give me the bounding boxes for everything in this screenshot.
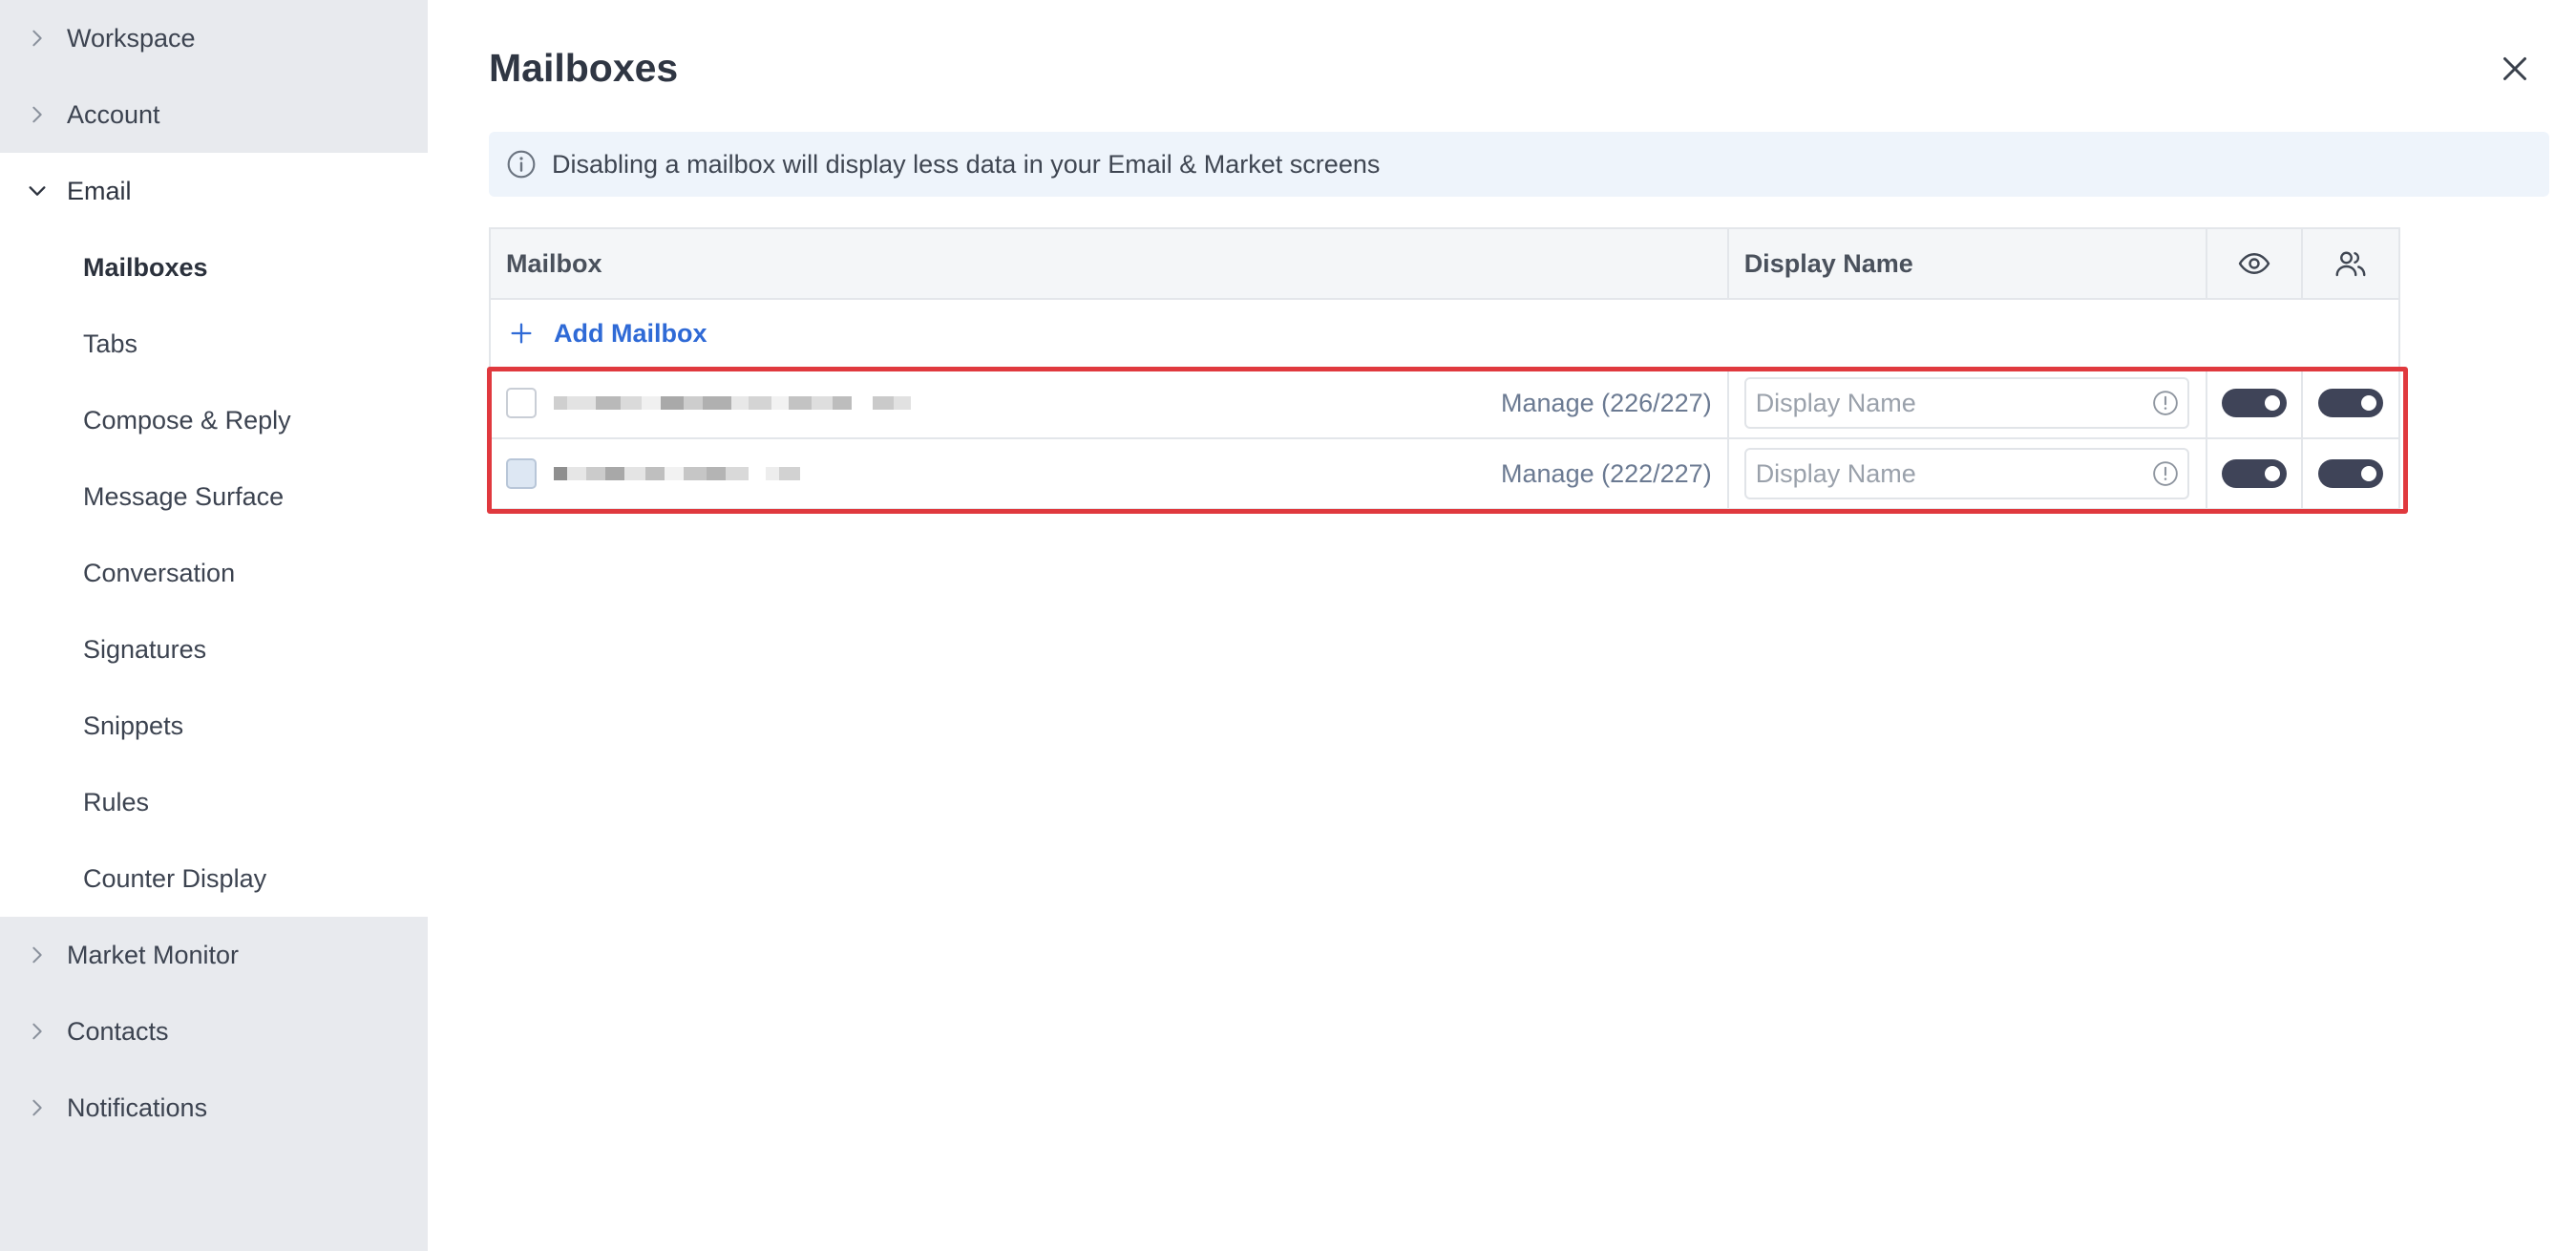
sidebar-group-notifications[interactable]: Notifications — [0, 1070, 428, 1146]
display-name-cell: Display Name — [1729, 439, 2208, 508]
sidebar-item-mailboxes[interactable]: Mailboxes — [0, 229, 428, 306]
sidebar-group-workspace[interactable]: Workspace — [0, 0, 428, 76]
shared-toggle[interactable] — [2318, 389, 2384, 417]
mailbox-rows: Manage (226/227) Display Name Manage (22… — [487, 367, 2408, 514]
settings-sidebar: Workspace Account Email Mailboxes Tabs C… — [0, 0, 428, 1251]
info-text: Disabling a mailbox will display less da… — [552, 149, 1381, 179]
page-title: Mailboxes — [489, 46, 679, 90]
close-button[interactable] — [2498, 52, 2532, 86]
mailboxes-panel: Mailboxes Disabling a mailbox will displ… — [428, 0, 2576, 1251]
chevron-right-icon — [27, 1097, 48, 1118]
shared-toggle-cell — [2303, 369, 2398, 437]
column-header-shared — [2303, 229, 2398, 298]
shared-toggle[interactable] — [2318, 459, 2384, 488]
eye-icon — [2238, 253, 2270, 274]
shared-toggle-cell — [2303, 439, 2398, 508]
sidebar-item-message-surface[interactable]: Message Surface — [0, 458, 428, 535]
column-header-visible — [2207, 229, 2304, 298]
table-row: Manage (226/227) Display Name — [491, 369, 2398, 439]
mailbox-checkbox[interactable] — [506, 388, 537, 418]
sidebar-group-email[interactable]: Email — [0, 153, 428, 229]
info-icon — [506, 149, 537, 180]
chevron-right-icon — [27, 104, 48, 125]
sidebar-group-label: Notifications — [67, 1092, 208, 1122]
table-row: Manage (222/227) Display Name — [491, 439, 2398, 510]
visible-toggle-cell — [2207, 369, 2304, 437]
display-name-field[interactable]: Display Name — [1743, 448, 2189, 499]
chevron-right-icon — [27, 944, 48, 965]
column-header-display-name[interactable]: Display Name — [1729, 229, 2208, 298]
column-header-mailbox[interactable]: Mailbox — [491, 229, 1729, 298]
sidebar-group-label: Market Monitor — [67, 940, 240, 969]
manage-link[interactable]: Manage (226/227) — [1501, 389, 1712, 418]
alert-circle-icon — [2151, 459, 2180, 488]
manage-link[interactable]: Manage (222/227) — [1501, 459, 1712, 489]
display-name-placeholder: Display Name — [1755, 388, 1916, 417]
mailbox-cell: Manage (222/227) — [491, 439, 1729, 508]
plus-icon — [508, 320, 535, 347]
sidebar-item-snippets[interactable]: Snippets — [0, 688, 428, 764]
mailbox-cell: Manage (226/227) — [491, 369, 1729, 437]
close-icon — [2503, 57, 2526, 80]
sidebar-group-label: Workspace — [67, 23, 196, 53]
redacted-email — [554, 458, 800, 489]
sidebar-item-counter-display[interactable]: Counter Display — [0, 840, 428, 917]
sidebar-group-contacts[interactable]: Contacts — [0, 993, 428, 1070]
sidebar-group-label: Account — [67, 99, 160, 129]
alert-circle-icon — [2151, 389, 2180, 417]
mailbox-table: Mailbox Display Name Add Mailbox Manage … — [487, 227, 2408, 514]
chevron-right-icon — [27, 28, 48, 49]
mailbox-checkbox[interactable] — [506, 458, 537, 489]
chevron-right-icon — [27, 1021, 48, 1042]
visible-toggle-cell — [2207, 439, 2304, 508]
sidebar-item-compose-reply[interactable]: Compose & Reply — [0, 382, 428, 458]
visible-toggle[interactable] — [2222, 459, 2288, 488]
sidebar-item-conversation[interactable]: Conversation — [0, 535, 428, 611]
chevron-down-icon — [27, 180, 48, 201]
sidebar-group-market-monitor[interactable]: Market Monitor — [0, 917, 428, 993]
users-icon — [2335, 251, 2366, 277]
sidebar-item-signatures[interactable]: Signatures — [0, 611, 428, 688]
sidebar-item-rules[interactable]: Rules — [0, 764, 428, 840]
redacted-email — [554, 388, 911, 418]
table-header: Mailbox Display Name — [491, 229, 2398, 300]
display-name-placeholder: Display Name — [1755, 458, 1916, 488]
sidebar-group-label: Email — [67, 176, 132, 205]
display-name-field[interactable]: Display Name — [1743, 377, 2189, 429]
sidebar-group-account[interactable]: Account — [0, 76, 428, 153]
email-submenu: Mailboxes Tabs Compose & Reply Message S… — [0, 229, 428, 917]
visible-toggle[interactable] — [2222, 389, 2288, 417]
info-banner: Disabling a mailbox will display less da… — [489, 132, 2549, 197]
sidebar-item-tabs[interactable]: Tabs — [0, 306, 428, 382]
add-mailbox-label: Add Mailbox — [554, 318, 707, 348]
sidebar-group-label: Contacts — [67, 1016, 169, 1046]
display-name-cell: Display Name — [1729, 369, 2208, 437]
add-mailbox-button[interactable]: Add Mailbox — [491, 300, 2398, 369]
